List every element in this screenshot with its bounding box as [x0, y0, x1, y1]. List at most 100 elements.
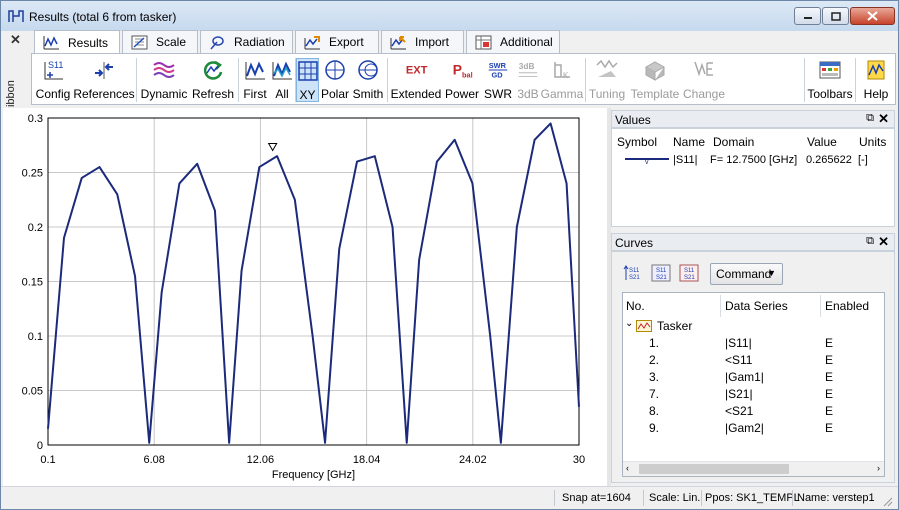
- references-button[interactable]: References: [73, 58, 135, 102]
- close-button[interactable]: [850, 7, 895, 25]
- curve-row[interactable]: 2. <S11 E: [623, 351, 886, 368]
- gamma-button[interactable]: K Gamma: [540, 58, 584, 102]
- template-button[interactable]: Template: [628, 58, 682, 102]
- series-group: [47, 122, 580, 444]
- curve-no: 2.: [649, 353, 660, 367]
- curve-row[interactable]: 8. <S21 E: [623, 402, 886, 419]
- sort-up-button[interactable]: S11 S21: [622, 263, 644, 283]
- tab-export[interactable]: Export: [295, 30, 379, 53]
- references-icon: [92, 59, 116, 81]
- chevron-down-icon[interactable]: ⌄: [625, 318, 633, 329]
- values-panel-header: Values ⧉ ✕: [611, 110, 895, 128]
- svg-text:S11: S11: [684, 268, 695, 274]
- close-icon[interactable]: ✕: [878, 234, 889, 250]
- s11-s21-group-icon: S11S21: [651, 264, 671, 282]
- smith-button[interactable]: Smith: [351, 58, 385, 102]
- status-separator: [554, 490, 555, 506]
- curve-row[interactable]: 1. |S11| E: [623, 334, 886, 351]
- pin-icon[interactable]: ⧉: [866, 235, 874, 248]
- curve-series: <S11: [725, 353, 753, 367]
- y-tick-label: 0.15: [22, 277, 43, 289]
- tab-scale[interactable]: Scale: [122, 30, 198, 53]
- toolbars-button[interactable]: Toolbars: [807, 58, 853, 102]
- help-button[interactable]: Help: [858, 58, 894, 102]
- xy-chart[interactable]: 0 0.05 0.1 0.15 0.2 0.25 0.3 0.1 6.08 12.06 18.04…: [3, 108, 607, 486]
- svg-text:bal: bal: [462, 70, 473, 79]
- command-dropdown[interactable]: Command ▼: [710, 263, 783, 285]
- y-tick-label: 0.3: [28, 113, 43, 125]
- gamma-label: Gamma: [540, 87, 584, 101]
- radiation-tab-icon: [210, 35, 224, 49]
- tree-group-tasker[interactable]: ⌄ Tasker: [623, 317, 886, 334]
- status-bar: Snap at=1604 Scale: Lin. Ppos: SK1_TEMPL…: [1, 486, 898, 509]
- curve-series: |Gam1|: [725, 370, 764, 384]
- tab-import[interactable]: Import: [381, 30, 464, 53]
- svg-text:S21: S21: [656, 275, 667, 281]
- scrollbar-thumb[interactable]: [639, 464, 789, 474]
- y-tick-label: 0.2: [28, 222, 43, 234]
- 3db-label: 3dB: [517, 87, 539, 101]
- polar-icon: [323, 59, 347, 81]
- curve-series: |S11|: [725, 336, 752, 350]
- s11-s21-sort-icon: S11S21: [623, 265, 640, 281]
- horizontal-scrollbar[interactable]: ‹ ›: [623, 461, 884, 476]
- config-button[interactable]: S11 Config: [34, 58, 72, 102]
- tab-radiation[interactable]: Radiation: [200, 30, 293, 53]
- ungroup-button[interactable]: S11 S21: [678, 263, 700, 283]
- chevron-right-icon[interactable]: ›: [877, 463, 880, 473]
- x-tick-label: 30: [573, 454, 585, 466]
- tab-results[interactable]: Results: [34, 30, 120, 54]
- curve-row[interactable]: 7. |S21| E: [623, 385, 886, 402]
- curve-row[interactable]: 9. |Gam2| E: [623, 419, 886, 436]
- resize-grip-icon[interactable]: [881, 495, 893, 507]
- svg-text:S11: S11: [656, 268, 667, 274]
- curves-tree[interactable]: No. Data Series Enabled ⌄ Tasker 1. |S11…: [622, 292, 885, 477]
- curve-enabled: E: [825, 336, 834, 350]
- 3db-icon: 3dB: [516, 59, 540, 81]
- polar-button[interactable]: Polar: [320, 58, 350, 102]
- 3db-button[interactable]: 3dB 3dB: [515, 58, 541, 102]
- y-tick-label: 0.25: [22, 168, 43, 180]
- column-header-domain: Domain: [713, 135, 755, 149]
- change-label: Change: [682, 87, 726, 101]
- xy-label: XY: [299, 88, 316, 102]
- curve-no: 8.: [649, 404, 660, 418]
- column-header-units: Units: [859, 135, 887, 149]
- ribbon-side-strip: ✕ Ribbon: [1, 31, 31, 115]
- change-button[interactable]: Change: [683, 58, 725, 102]
- chart-pane[interactable]: 0 0.05 0.1 0.15 0.2 0.25 0.3 0.1 6.08 12.06 18.04…: [3, 108, 607, 486]
- dynamic-button[interactable]: Dynamic: [140, 58, 188, 102]
- xy-grid-icon: [296, 60, 320, 82]
- tuning-button[interactable]: Tuning: [588, 58, 626, 102]
- ribbon-tabs: Results Scale Radiation Export Import Ad…: [31, 30, 899, 54]
- swr-button[interactable]: SWR GD SWR: [482, 58, 514, 102]
- tab-additional[interactable]: Additional: [466, 30, 560, 53]
- pin-icon[interactable]: ⧉: [866, 112, 874, 125]
- first-button[interactable]: First: [241, 58, 269, 102]
- chevron-left-icon[interactable]: ‹: [626, 463, 629, 473]
- marker-triangle-icon[interactable]: [267, 142, 278, 152]
- x-tick-label: 24.02: [459, 454, 487, 466]
- all-button[interactable]: All: [270, 58, 294, 102]
- series-line: [47, 122, 580, 444]
- refresh-button[interactable]: Refresh: [190, 58, 236, 102]
- references-label: References: [73, 87, 135, 101]
- marker-group[interactable]: [267, 142, 278, 152]
- group-button[interactable]: S11 S21: [650, 263, 672, 283]
- x-axis-label: Frequency [GHz]: [272, 469, 355, 481]
- ribbon-close-icon[interactable]: ✕: [10, 32, 21, 48]
- maximize-button[interactable]: [822, 7, 849, 25]
- refresh-icon: [201, 59, 225, 81]
- close-icon[interactable]: ✕: [878, 111, 889, 127]
- minimize-button[interactable]: [794, 7, 821, 25]
- svg-text:K: K: [563, 71, 569, 80]
- extended-button[interactable]: EXT Extended: [390, 58, 442, 102]
- curve-row[interactable]: 3. |Gam1| E: [623, 368, 886, 385]
- app-icon: [8, 10, 24, 22]
- svg-text:GD: GD: [492, 70, 504, 79]
- curves-panel: S11 S21 S11 S21 S11 S21 Command ▼ No. Data …: [611, 251, 895, 483]
- power-button[interactable]: Pbal Power: [444, 58, 480, 102]
- xy-button[interactable]: XY: [296, 58, 319, 102]
- power-label: Power: [444, 87, 479, 101]
- config-label: Config: [35, 87, 71, 101]
